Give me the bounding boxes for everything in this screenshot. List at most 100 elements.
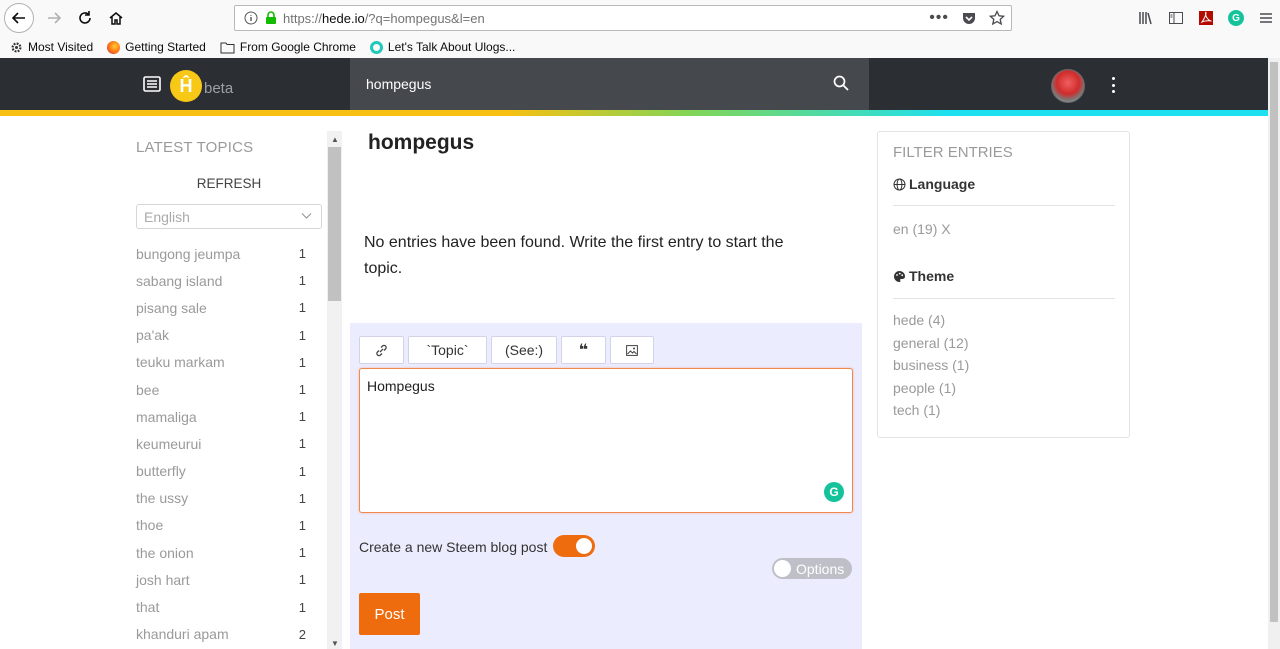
- grammarly-icon[interactable]: G: [1228, 10, 1244, 26]
- theme-filter-item[interactable]: tech (1): [893, 402, 969, 425]
- topic-name[interactable]: josh hart: [136, 572, 190, 588]
- topic-name[interactable]: bungong jeumpa: [136, 246, 240, 262]
- topic-item[interactable]: bungong jeumpa 1: [136, 240, 308, 267]
- search-input[interactable]: hompegus: [350, 58, 869, 110]
- theme-heading-text: Theme: [909, 268, 955, 284]
- topic-item[interactable]: sabang island 1: [136, 267, 308, 294]
- see-button[interactable]: (See:): [491, 336, 557, 364]
- bookmark-star-icon[interactable]: [989, 10, 1005, 26]
- image-button[interactable]: [610, 336, 654, 364]
- topic-name[interactable]: pisang sale: [136, 300, 207, 316]
- ulogs-icon: [369, 40, 383, 54]
- bookmark-getting-started[interactable]: Getting Started: [107, 40, 210, 54]
- divider: [893, 205, 1115, 206]
- topic-item[interactable]: khanduri apam 2: [136, 621, 308, 648]
- quote-button[interactable]: ❝: [561, 336, 606, 364]
- topic-name[interactable]: thoe: [136, 517, 163, 533]
- topic-name[interactable]: khanduri apam: [136, 626, 229, 642]
- topic-name[interactable]: pa'ak: [136, 327, 169, 343]
- refresh-button[interactable]: REFRESH: [136, 176, 322, 191]
- bookmark-most-visited[interactable]: Most Visited: [10, 40, 97, 54]
- topic-item[interactable]: the onion 1: [136, 539, 308, 566]
- back-button[interactable]: [4, 3, 34, 33]
- sidebar-icon[interactable]: [1168, 10, 1184, 26]
- topic-item[interactable]: teuku markam 1: [136, 349, 308, 376]
- arrow-left-icon: [11, 12, 25, 24]
- topic-button[interactable]: `Topic`: [408, 336, 487, 364]
- topic-name[interactable]: the onion: [136, 545, 194, 561]
- topic-name[interactable]: teuku markam: [136, 354, 225, 370]
- topic-name[interactable]: the ussy: [136, 490, 188, 506]
- search-icon[interactable]: [833, 75, 849, 91]
- hede-logo[interactable]: Ĥ: [170, 70, 202, 102]
- topic-name[interactable]: bee: [136, 382, 159, 398]
- options-toggle[interactable]: Options: [772, 558, 852, 579]
- info-icon: [244, 11, 258, 25]
- topic-item[interactable]: mamaliga 1: [136, 403, 308, 430]
- topic-count: 1: [298, 436, 306, 452]
- topic-name[interactable]: keumeurui: [136, 436, 201, 452]
- topic-list: bungong jeumpa 1 sabang island 1 pisang sale…: [136, 240, 308, 648]
- hamburger-menu-icon[interactable]: [1258, 10, 1274, 26]
- topic-item[interactable]: that 1: [136, 593, 308, 620]
- topic-item[interactable]: thoe 1: [136, 512, 308, 539]
- home-button[interactable]: [102, 4, 130, 32]
- language-select[interactable]: English: [136, 204, 322, 229]
- bookmarks-bar: Most Visited Getting Started From Google…: [0, 36, 1280, 58]
- topic-count: 1: [298, 273, 306, 289]
- post-button[interactable]: Post: [359, 593, 420, 635]
- topic-item[interactable]: pisang sale 1: [136, 294, 308, 321]
- list-menu-icon[interactable]: [143, 76, 161, 92]
- theme-filter-item[interactable]: hede (4): [893, 312, 969, 335]
- grammarly-icon[interactable]: G: [824, 482, 844, 502]
- steem-post-toggle[interactable]: [553, 535, 595, 557]
- url-bar[interactable]: https://hede.io/?q=hompegus&l=en •••: [234, 5, 1012, 31]
- bookmark-ulogs[interactable]: Let's Talk About Ulogs...: [369, 40, 519, 54]
- filter-entries-heading: FILTER ENTRIES: [893, 144, 1013, 161]
- entry-text-value: Hompegus: [367, 378, 435, 394]
- topic-count: 1: [298, 409, 306, 425]
- topic-item[interactable]: pa'ak 1: [136, 322, 308, 349]
- language-heading-text: Language: [909, 176, 976, 192]
- pocket-icon[interactable]: [961, 10, 977, 26]
- page-actions-icon[interactable]: •••: [929, 9, 949, 27]
- scroll-down-icon[interactable]: ▼: [331, 639, 339, 648]
- topic-item[interactable]: the ussy 1: [136, 485, 308, 512]
- topic-count: 1: [298, 300, 306, 316]
- theme-filter-item[interactable]: business (1): [893, 357, 969, 380]
- language-select-value: English: [144, 208, 190, 225]
- bookmark-from-google-chrome[interactable]: From Google Chrome: [220, 40, 360, 54]
- forward-button[interactable]: [40, 4, 68, 32]
- topic-name[interactable]: that: [136, 599, 159, 615]
- chevron-down-icon: [301, 213, 312, 219]
- entry-textarea[interactable]: Hompegus G: [359, 368, 853, 513]
- topic-name[interactable]: butterfly: [136, 463, 186, 479]
- link-button[interactable]: [359, 336, 404, 364]
- reload-button[interactable]: [71, 4, 99, 32]
- theme-filter-item[interactable]: general (12): [893, 335, 969, 358]
- scrollbar-thumb[interactable]: [328, 147, 341, 301]
- more-options-icon[interactable]: [1106, 74, 1120, 96]
- url-text: https://hede.io/?q=hompegus&l=en: [283, 10, 485, 26]
- topic-item[interactable]: bee 1: [136, 376, 308, 403]
- page-scrollbar[interactable]: [1268, 58, 1280, 649]
- language-filter-en[interactable]: en (19) X: [893, 221, 951, 237]
- topic-item[interactable]: keumeurui 1: [136, 430, 308, 457]
- theme-filter-item[interactable]: people (1): [893, 380, 969, 403]
- sidebar-scrollbar[interactable]: ▲ ▼: [327, 131, 342, 649]
- link-icon: [376, 344, 387, 356]
- globe-icon: [893, 178, 906, 190]
- pdf-icon[interactable]: [1198, 10, 1214, 26]
- topic-name[interactable]: mamaliga: [136, 409, 197, 425]
- bookmark-label: Most Visited: [28, 40, 94, 54]
- avatar[interactable]: [1051, 69, 1085, 103]
- topic-name[interactable]: sabang island: [136, 273, 222, 289]
- scroll-up-icon[interactable]: ▲: [331, 135, 339, 144]
- folder-icon: [220, 42, 235, 53]
- topic-item[interactable]: butterfly 1: [136, 458, 308, 485]
- topic-item[interactable]: josh hart 1: [136, 566, 308, 593]
- topic-count: 1: [298, 572, 306, 588]
- empty-message: No entries have been found. Write the fi…: [364, 234, 784, 277]
- library-icon[interactable]: [1138, 10, 1154, 26]
- filter-panel: FILTER ENTRIES Language en (19) X Theme …: [877, 131, 1130, 438]
